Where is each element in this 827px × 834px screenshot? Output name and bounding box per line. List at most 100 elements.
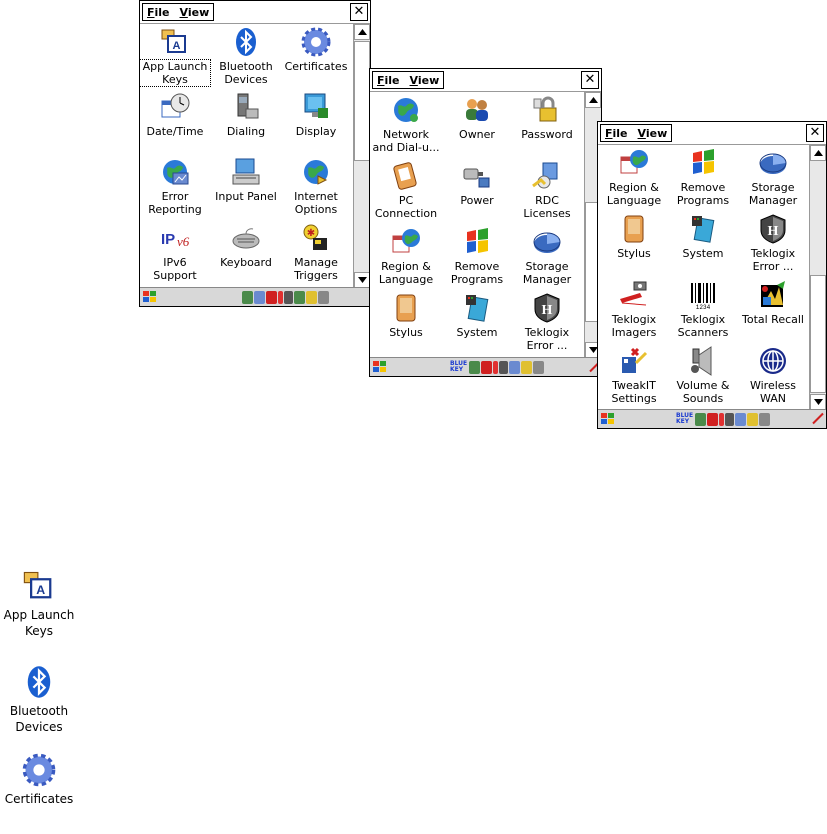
control-panel-item[interactable]: Teklogix Imagers	[599, 279, 669, 339]
control-panel-item[interactable]: System	[442, 292, 512, 339]
battery-tray-icon[interactable]	[747, 412, 758, 426]
scroll-thumb[interactable]	[810, 275, 826, 393]
control-panel-item[interactable]: Display	[281, 91, 351, 138]
control-panel-item[interactable]: Stylus	[599, 213, 669, 260]
control-panel-item[interactable]: 1234 Teklogix Scanners	[668, 279, 738, 339]
control-panel-item[interactable]: A App Launch Keys	[140, 26, 211, 87]
control-panel-item[interactable]: Certificates	[281, 26, 351, 73]
battery-tray-icon[interactable]	[521, 360, 532, 374]
control-panel-item[interactable]: Date/Time	[140, 91, 210, 138]
control-panel-item[interactable]: IP v6 IPv6 Support	[140, 222, 210, 282]
vertical-scrollbar[interactable]	[353, 24, 370, 288]
control-panel-item[interactable]: Keyboard	[211, 222, 281, 269]
signal-tray-icon[interactable]	[499, 360, 508, 374]
control-panel-item[interactable]: System	[668, 213, 738, 260]
close-button[interactable]: ✕	[581, 71, 599, 89]
menu-view[interactable]: View	[410, 74, 440, 87]
control-panel-item[interactable]: PC Connection	[371, 160, 441, 220]
globe-tray-icon[interactable]	[695, 412, 706, 426]
scroll-down-button[interactable]	[810, 394, 826, 410]
control-panel-item[interactable]: Storage Manager	[512, 226, 582, 286]
item-label-line-1: System	[456, 326, 498, 339]
control-panel-item[interactable]: Region & Language	[599, 147, 669, 207]
windows-start-icon[interactable]	[372, 359, 388, 375]
control-panel-item[interactable]: TweakIT Settings	[599, 345, 669, 405]
item-label-line-2: Settings	[611, 392, 657, 405]
owner-icon	[461, 94, 493, 126]
certificates-icon	[21, 752, 57, 788]
alert-tray-icon[interactable]	[493, 360, 498, 374]
item-label-line-1: Stylus	[617, 247, 651, 260]
power-plug-tray-icon[interactable]	[533, 360, 544, 374]
control-panel-item[interactable]: Owner	[442, 94, 512, 141]
control-panel-item[interactable]: Bluetooth Devices	[211, 26, 281, 86]
power-plug-tray-icon[interactable]	[318, 290, 329, 304]
scroll-down-button[interactable]	[354, 272, 370, 288]
control-panel-item[interactable]: Wireless WAN	[738, 345, 808, 405]
control-panel-item[interactable]: H Teklogix Error ...	[738, 213, 808, 273]
globe-tray-icon[interactable]	[294, 290, 305, 304]
windows-start-icon[interactable]	[600, 411, 616, 427]
menu-view[interactable]: View	[638, 127, 668, 140]
control-panel-item[interactable]: Volume & Sounds	[668, 345, 738, 405]
item-label: Total Recall	[738, 313, 808, 326]
scroll-up-button[interactable]	[354, 24, 370, 40]
globe-tray-icon[interactable]	[469, 360, 480, 374]
windows-start-icon[interactable]	[142, 289, 158, 305]
control-panel-item[interactable]: Region & Language	[371, 226, 441, 286]
scroll-up-button[interactable]	[585, 92, 601, 108]
control-panel-item[interactable]: Dialing	[211, 91, 281, 138]
control-panel-window-3: File View ✕ Region & Language Remove Progra…	[597, 121, 827, 429]
control-panel-item[interactable]: Power	[442, 160, 512, 207]
keyboard-icon	[230, 222, 262, 254]
menu-file[interactable]: File	[377, 74, 400, 87]
item-label-line-2: Licenses	[523, 207, 571, 220]
battery-tray-icon[interactable]	[306, 290, 317, 304]
menu-file[interactable]: File	[605, 127, 628, 140]
control-panel-item[interactable]: Stylus	[371, 292, 441, 339]
item-label: Teklogix Imagers	[599, 313, 669, 339]
power-plug-tray-icon[interactable]	[759, 412, 770, 426]
pen-icon[interactable]	[812, 412, 824, 425]
control-panel-item[interactable]: H Teklogix Error ...	[512, 292, 582, 352]
control-panel-item[interactable]: Password	[512, 94, 582, 141]
menu-view[interactable]: View	[180, 6, 210, 19]
blue-key-tray-icon[interactable]: BLUE KEY	[676, 412, 694, 426]
manage-triggers-icon: ✱	[300, 222, 332, 254]
menu-box: File View	[142, 3, 215, 21]
close-button[interactable]: ✕	[350, 3, 368, 21]
blue-key-tray-icon[interactable]: BLUE KEY	[450, 360, 468, 374]
signal-tray-icon[interactable]	[725, 412, 734, 426]
legend-label-line-1: Bluetooth	[9, 704, 69, 718]
no-signal-tray-icon[interactable]	[266, 290, 277, 304]
control-panel-item[interactable]: RDC Licenses	[512, 160, 582, 220]
vertical-scrollbar[interactable]	[809, 145, 826, 410]
menu-file[interactable]: File	[147, 6, 170, 19]
connection-tray-icon[interactable]	[735, 412, 746, 426]
signal-tray-icon[interactable]	[284, 290, 293, 304]
control-panel-item[interactable]: Input Panel	[211, 156, 281, 203]
legend-item: Bluetooth Devices	[0, 664, 84, 735]
close-button[interactable]: ✕	[806, 124, 824, 142]
connection-tray-icon[interactable]	[509, 360, 520, 374]
connection-tray-icon[interactable]	[254, 290, 265, 304]
alert-tray-icon[interactable]	[719, 412, 724, 426]
control-panel-item[interactable]: Remove Programs	[668, 147, 738, 207]
item-label-line-1: Volume &	[676, 379, 730, 392]
network-tray-icon[interactable]	[242, 290, 253, 304]
region-language-icon	[618, 147, 650, 179]
control-panel-item[interactable]: ✱ Manage Triggers	[281, 222, 351, 282]
scroll-thumb[interactable]	[354, 41, 370, 161]
item-label: RDC Licenses	[512, 194, 582, 220]
no-signal-tray-icon[interactable]	[481, 360, 492, 374]
control-panel-item[interactable]: Remove Programs	[442, 226, 512, 286]
control-panel-item[interactable]: Internet Options	[281, 156, 351, 216]
alert-tray-icon[interactable]	[278, 290, 283, 304]
control-panel-item[interactable]: Network and Dial-u...	[371, 94, 441, 154]
control-panel-item[interactable]: Error Reporting	[140, 156, 210, 216]
item-label-line-2: Manager	[522, 273, 572, 286]
control-panel-item[interactable]: Total Recall	[738, 279, 808, 326]
no-signal-tray-icon[interactable]	[707, 412, 718, 426]
scroll-up-button[interactable]	[810, 145, 826, 161]
control-panel-item[interactable]: Storage Manager	[738, 147, 808, 207]
